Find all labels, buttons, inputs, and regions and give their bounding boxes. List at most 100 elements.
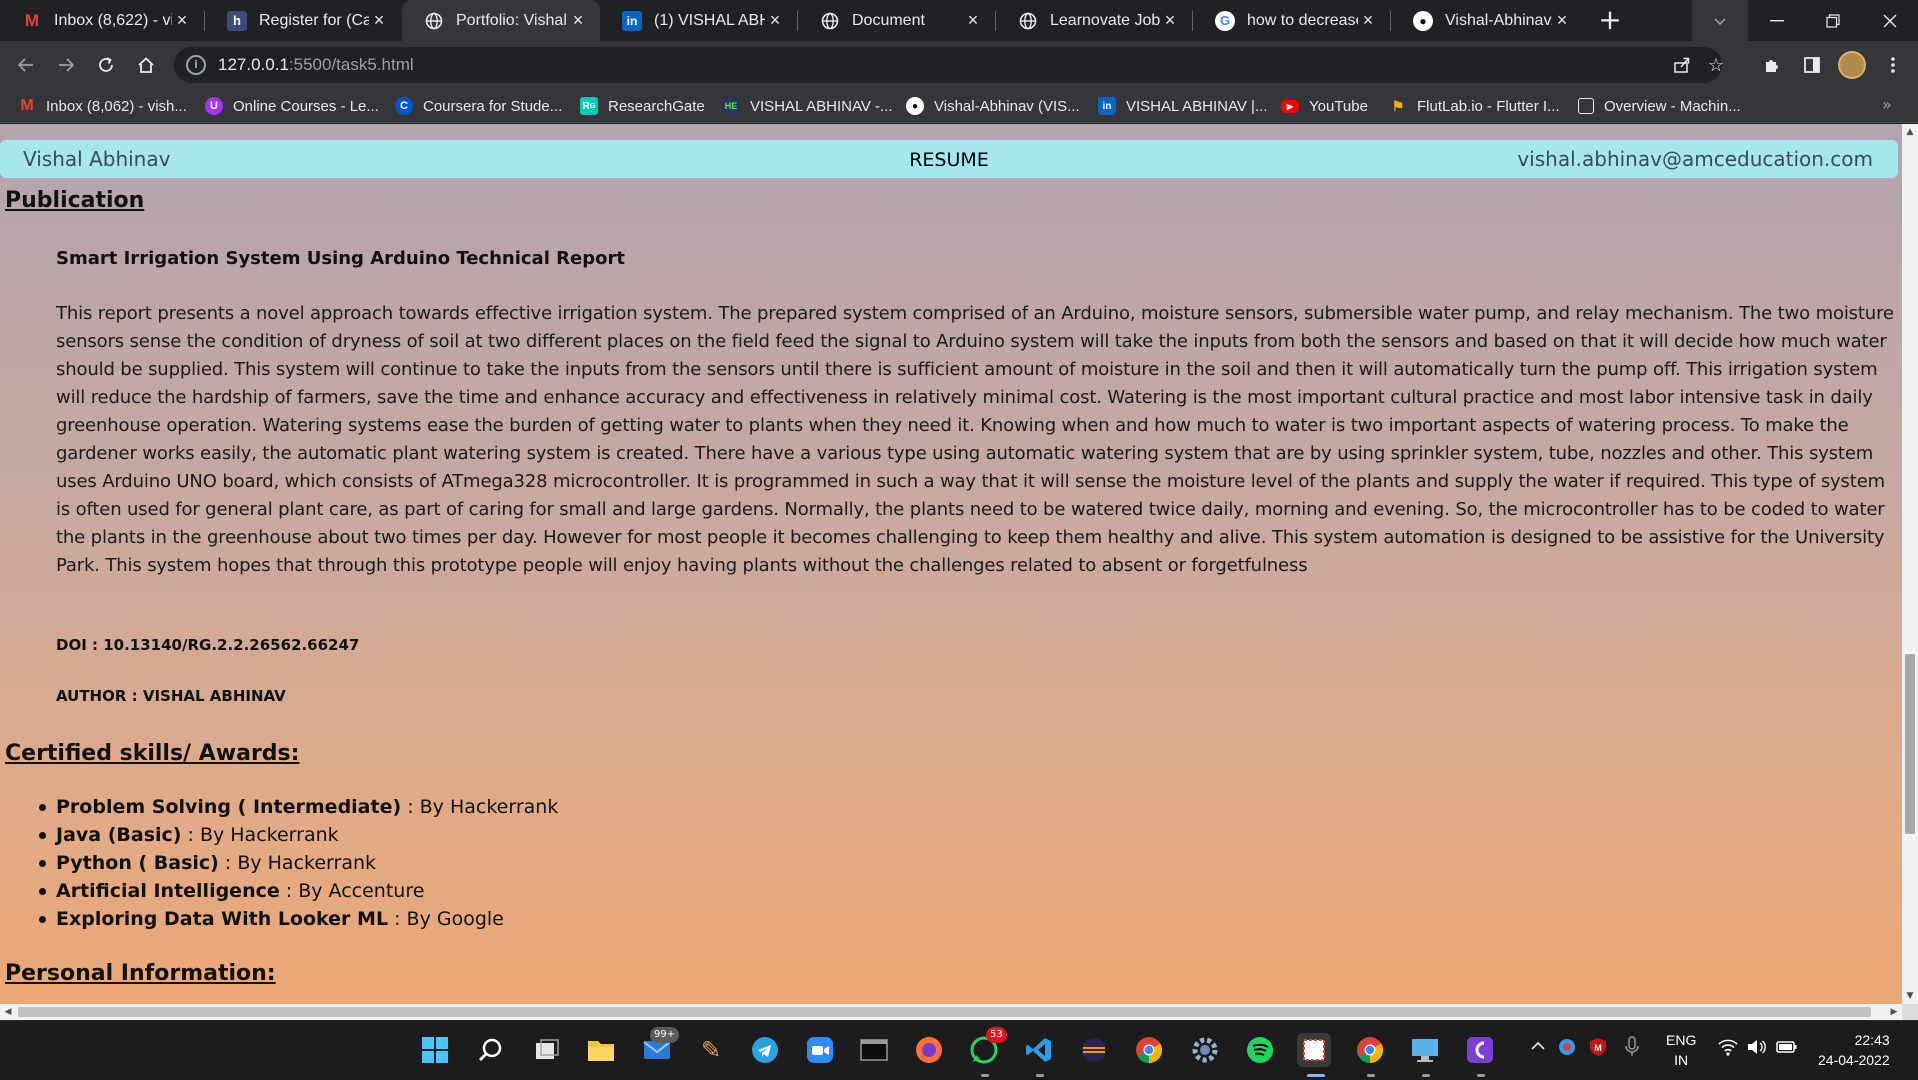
close-icon[interactable]: × (963, 10, 983, 31)
scrollbar-corner (1902, 1004, 1918, 1020)
vscode-icon[interactable] (1022, 1033, 1056, 1067)
info-icon[interactable]: i (186, 55, 206, 75)
wifi-icon[interactable] (1718, 1038, 1738, 1060)
bookmark-hackerearth[interactable]: HE VISHAL ABHINAV -... (722, 95, 893, 117)
profile-avatar[interactable] (1838, 51, 1866, 79)
close-icon[interactable]: × (1358, 10, 1378, 31)
start-button[interactable] (418, 1033, 452, 1067)
globe-icon (820, 11, 840, 31)
nav-email[interactable]: vishal.abhinav@amceducation.com (1517, 147, 1873, 171)
skill-issuer: : By Google (388, 908, 504, 930)
close-icon[interactable]: × (1160, 10, 1180, 31)
scrollbar-thumb[interactable] (18, 1007, 1871, 1017)
github-icon: ● (1413, 10, 1433, 31)
arrow-right-icon (59, 58, 75, 72)
close-icon[interactable]: × (1552, 10, 1572, 31)
reload-button[interactable] (90, 49, 122, 81)
scroll-left-arrow-icon[interactable]: ◀ (0, 1004, 16, 1020)
star-icon[interactable]: ☆ (1704, 53, 1728, 77)
close-icon[interactable]: × (568, 10, 588, 31)
task-view-icon[interactable] (530, 1033, 564, 1067)
tray-overflow-chevron-icon[interactable] (1530, 1039, 1546, 1055)
telegram-icon[interactable] (748, 1033, 782, 1067)
skill-name: Java (Basic) (56, 824, 182, 846)
snipping-tool-icon[interactable] (1297, 1033, 1331, 1067)
minimize-button[interactable] (1749, 0, 1805, 41)
bookmark-linkedin[interactable]: in VISHAL ABHINAV |... (1098, 95, 1267, 117)
new-tab-button[interactable]: + (1595, 5, 1625, 35)
bookmark-flutlab[interactable]: ⚑ FlutLab.io - Flutter I... (1389, 95, 1560, 117)
back-button[interactable] (10, 49, 42, 81)
close-icon[interactable]: × (172, 10, 192, 31)
bookmark-researchgate[interactable]: RG ResearchGate (580, 95, 705, 117)
scroll-down-arrow-icon[interactable]: ▼ (1902, 988, 1918, 1004)
spotify-icon[interactable] (1243, 1033, 1277, 1067)
bookmark-label: ResearchGate (608, 97, 705, 115)
address-url[interactable]: 127.0.0.1:5500/task5.html (218, 55, 414, 75)
scroll-right-arrow-icon[interactable]: ▶ (1886, 1004, 1902, 1020)
zoom-icon[interactable] (803, 1033, 837, 1067)
visual-studio-icon[interactable] (1463, 1033, 1497, 1067)
windows-taskbar: 99+ ✎ 53 M ENG IN 22:43 24-04-2022 (0, 1020, 1918, 1080)
windows-icon (422, 1037, 448, 1063)
remote-desktop-icon[interactable] (1408, 1033, 1442, 1067)
search-icon[interactable] (474, 1033, 508, 1067)
publication-heading: Publication (5, 188, 145, 213)
system-clock[interactable]: 22:43 24-04-2022 (1818, 1030, 1890, 1070)
pencil-icon[interactable]: ✎ (694, 1033, 728, 1067)
tab-portfolio[interactable]: Portfolio: Vishal A × (402, 0, 600, 41)
settings-gear-icon[interactable] (1188, 1033, 1222, 1067)
tab-github[interactable]: ● Vishal-Abhinav/L × (1391, 0, 1584, 41)
eclipse-icon[interactable] (1077, 1033, 1111, 1067)
address-bar[interactable]: i 127.0.0.1:5500/task5.html ☆ (174, 47, 1724, 83)
extensions-icon[interactable] (1756, 49, 1788, 81)
tab-search-button[interactable] (1692, 0, 1748, 41)
scroll-up-arrow-icon[interactable]: ▲ (1902, 124, 1918, 140)
bookmark-label: VISHAL ABHINAV -... (750, 97, 893, 115)
battery-icon[interactable] (1776, 1038, 1798, 1060)
file-explorer-icon[interactable] (584, 1033, 618, 1067)
skills-heading: Certified skills/ Awards: (5, 741, 300, 766)
mcafee-icon[interactable]: M (1588, 1037, 1608, 1061)
tab-register[interactable]: h Register for (Camp × (205, 0, 401, 41)
publication-abstract: This report presents a novel approach to… (56, 303, 1894, 576)
bookmark-coursera[interactable]: C Coursera for Stude... (395, 95, 562, 117)
volume-icon[interactable] (1746, 1038, 1766, 1060)
horizontal-scrollbar[interactable]: ◀ ▶ (0, 1004, 1902, 1020)
input-language-indicator[interactable]: ENG IN (1666, 1030, 1696, 1070)
bookmark-youtube[interactable]: ▶ YouTube (1281, 95, 1368, 117)
tab-document[interactable]: Document × (798, 0, 995, 41)
restore-button[interactable] (1805, 0, 1861, 41)
skill-name: Artificial Intelligence (56, 880, 280, 902)
vpn-icon[interactable] (1557, 1037, 1577, 1061)
bookmarks-overflow-button[interactable]: » (1882, 95, 1892, 114)
chrome-icon[interactable] (1132, 1033, 1166, 1067)
forward-button[interactable] (50, 49, 82, 81)
close-icon[interactable]: × (369, 10, 389, 31)
clock-time: 22:43 (1854, 1032, 1890, 1048)
microphone-icon[interactable] (1624, 1036, 1640, 1062)
tab-learnovate[interactable]: Learnovate Job A × (996, 0, 1192, 41)
firefox-icon[interactable] (912, 1033, 946, 1067)
clock-date: 24-04-2022 (1818, 1052, 1890, 1068)
tab-inbox[interactable]: M Inbox (8,622) - vis × (0, 0, 204, 41)
bookmark-overview[interactable]: Overview - Machin... (1578, 95, 1741, 117)
close-window-button[interactable] (1862, 0, 1918, 41)
bookmark-inbox[interactable]: M Inbox (8,062) - vish... (18, 95, 187, 117)
terminal-icon[interactable] (857, 1033, 891, 1067)
side-panel-icon[interactable] (1796, 49, 1828, 81)
browser-tab-strip: M Inbox (8,622) - vis × h Register for (… (0, 0, 1918, 41)
bookmark-github[interactable]: ● Vishal-Abhinav (VIS... (906, 95, 1080, 117)
hackerrank-icon: h (227, 10, 247, 31)
vertical-scrollbar[interactable]: ▲ ▼ (1902, 124, 1918, 1004)
close-icon[interactable]: × (765, 10, 785, 31)
tab-linkedin[interactable]: in (1) VISHAL ABHIN × (600, 0, 797, 41)
menu-kebab-icon[interactable] (1877, 49, 1909, 81)
share-icon[interactable] (1670, 53, 1694, 77)
home-button[interactable] (130, 49, 162, 81)
bookmark-online-courses[interactable]: U Online Courses - Le... (205, 95, 379, 117)
scrollbar-thumb[interactable] (1905, 654, 1915, 834)
tab-google-search[interactable]: G how to decrease × (1193, 0, 1390, 41)
skill-name: Exploring Data With Looker ML (56, 908, 389, 930)
chrome-icon[interactable] (1353, 1033, 1387, 1067)
